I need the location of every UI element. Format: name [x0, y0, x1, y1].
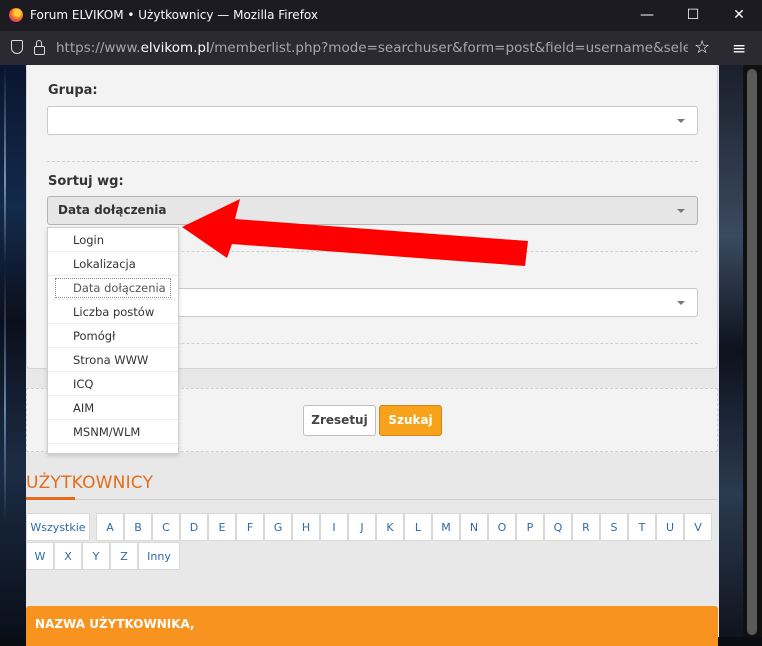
chevron-down-icon — [677, 301, 685, 305]
group-select[interactable] — [47, 106, 698, 135]
sort-option[interactable]: Strona WWW — [48, 348, 178, 372]
scrollbar-thumb[interactable] — [747, 69, 757, 635]
letter-link[interactable]: I — [320, 513, 348, 541]
hamburger-menu-icon[interactable]: ≡ — [732, 39, 746, 59]
lock-icon[interactable] — [34, 40, 45, 55]
letter-link[interactable]: V — [684, 513, 712, 541]
letter-link[interactable]: Y — [82, 542, 110, 570]
letter-link[interactable]: X — [54, 542, 82, 570]
browser-navbar: https://www.elvikom.pl/memberlist.php?mo… — [0, 31, 762, 65]
letter-link[interactable]: C — [152, 513, 180, 541]
letter-link[interactable]: J — [348, 513, 376, 541]
sort-option[interactable]: MSNM/WLM — [48, 420, 178, 444]
window-title: Forum ELVIKOM • Użytkownicy — Mozilla Fi… — [30, 8, 318, 22]
close-button[interactable]: ✕ — [716, 0, 762, 31]
letter-link[interactable]: G — [264, 513, 292, 541]
background-left — [0, 65, 26, 637]
letter-link[interactable]: D — [180, 513, 208, 541]
letter-link[interactable]: U — [656, 513, 684, 541]
letter-link[interactable]: Z — [110, 542, 138, 570]
letter-link[interactable]: M — [432, 513, 460, 541]
sort-dropdown-list: Login Lokalizacja Data dołączenia Liczba… — [47, 227, 179, 454]
letter-link[interactable]: P — [516, 513, 544, 541]
letter-link[interactable]: K — [376, 513, 404, 541]
bookmark-star-icon[interactable]: ☆ — [694, 37, 710, 58]
chevron-down-icon — [677, 119, 685, 123]
section-accent-bar — [26, 497, 75, 500]
sort-option-selected[interactable]: Data dołączenia — [53, 276, 173, 300]
section-title: UŻYTKOWNICY — [26, 473, 154, 493]
letter-link[interactable]: L — [404, 513, 432, 541]
minimize-button[interactable]: — — [624, 0, 670, 31]
sort-option[interactable]: Lokalizacja — [48, 252, 178, 276]
sort-select-value: Data dołączenia — [58, 203, 167, 217]
letter-link[interactable]: Wszystkie — [26, 513, 90, 541]
letter-link[interactable]: O — [488, 513, 516, 541]
letter-link[interactable]: F — [236, 513, 264, 541]
column-username[interactable]: NAZWA UŻYTKOWNIKA, — [35, 617, 195, 631]
sort-label: Sortuj wg: — [48, 174, 124, 189]
reset-button[interactable]: Zresetuj — [303, 405, 376, 436]
url-bar[interactable]: https://www.elvikom.pl/memberlist.php?mo… — [56, 40, 688, 56]
letter-link[interactable]: W — [26, 542, 54, 570]
maximize-button[interactable]: ☐ — [670, 0, 716, 31]
letter-link[interactable]: A — [96, 513, 124, 541]
window-titlebar: Forum ELVIKOM • Użytkownicy — Mozilla Fi… — [0, 0, 762, 31]
section-underline — [26, 499, 718, 500]
sort-option[interactable]: ICQ — [48, 372, 178, 396]
divider — [47, 161, 698, 162]
shield-icon[interactable] — [11, 40, 23, 54]
sort-option[interactable]: Liczba postów — [48, 300, 178, 324]
letter-link[interactable]: Q — [544, 513, 572, 541]
url-prefix: https://www. — [56, 40, 141, 56]
letter-link[interactable]: B — [124, 513, 152, 541]
background-right — [719, 65, 743, 637]
group-label: Grupa: — [48, 83, 98, 98]
chevron-down-icon — [677, 209, 685, 213]
sort-option[interactable]: Pomógł — [48, 324, 178, 348]
url-host: elvikom.pl — [140, 40, 210, 56]
letter-link[interactable]: S — [600, 513, 628, 541]
red-arrow-annotation — [182, 199, 528, 266]
page-scrollbar[interactable] — [743, 65, 762, 637]
letter-link[interactable]: N — [460, 513, 488, 541]
letter-link[interactable]: E — [208, 513, 236, 541]
letter-link[interactable]: Inny — [138, 542, 180, 570]
letter-link[interactable]: H — [292, 513, 320, 541]
search-button[interactable]: Szukaj — [379, 405, 442, 436]
firefox-icon — [9, 8, 23, 22]
sort-option[interactable]: Login — [48, 228, 178, 252]
letter-link[interactable]: T — [628, 513, 656, 541]
sort-option[interactable]: AIM — [48, 396, 178, 420]
url-rest: /memberlist.php?mode=searchuser&form=pos… — [209, 40, 688, 56]
letter-link[interactable]: R — [572, 513, 600, 541]
members-table-header: NAZWA UŻYTKOWNIKA, — [26, 606, 718, 646]
